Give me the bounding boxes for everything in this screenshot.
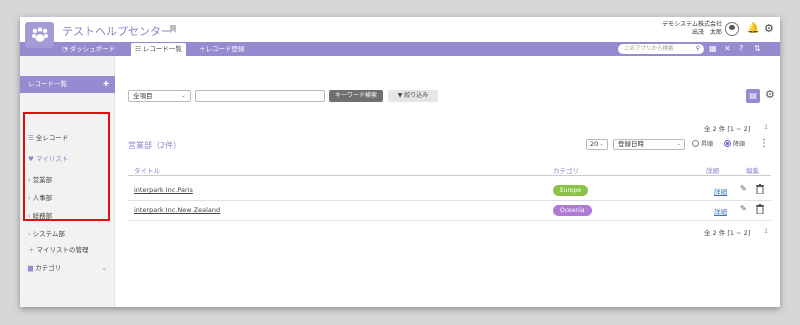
record-title-link[interactable]: interpark Inc.Paris — [134, 186, 193, 194]
more-icon[interactable]: ⋮ — [759, 138, 769, 149]
chevron-down-icon: ⌄ — [676, 141, 681, 147]
field-select-value: 全項目 — [133, 92, 153, 100]
detail-link[interactable]: 詳細 — [714, 186, 727, 196]
gear-icon[interactable]: ⚙ — [765, 88, 775, 101]
section-title: 営業部（2件） — [128, 141, 182, 150]
bookmark-icon[interactable] — [170, 25, 176, 33]
dashboard-icon: ◔ — [62, 45, 70, 53]
highlight-box — [23, 112, 110, 221]
table-row: interpark Inc.Paris Europe 詳細 ✎ — [128, 181, 771, 201]
sidebar-item-category[interactable]: ▆ カテゴリ ⌄ — [20, 262, 115, 275]
sort-field-value: 登録日時 — [618, 140, 644, 148]
category-label: カテゴリ — [35, 264, 62, 272]
nav-record-list-label: レコード一覧 — [142, 45, 182, 53]
qr-code-icon[interactable]: ▦ — [709, 43, 717, 55]
field-select[interactable]: 全項目 ⌄ — [128, 90, 191, 102]
radio-circle — [692, 140, 699, 147]
column-category: カテゴリ — [553, 167, 579, 175]
page-number[interactable]: 1 — [764, 227, 768, 235]
plus-icon: ＋ — [28, 246, 35, 254]
category-badge: Europe — [553, 185, 589, 196]
main-content: 全項目 ⌄ キーワード検索 ▼ 絞り込み ▤ ⚙ 全 2 件 [1 ~ 2] 1… — [116, 56, 780, 307]
detail-link[interactable]: 詳細 — [714, 206, 727, 216]
radio-circle — [724, 140, 731, 147]
nav-record-list[interactable]: ☷ レコード一覧 — [131, 43, 186, 56]
tools-icon[interactable]: ✕ — [724, 43, 731, 55]
keyword-input[interactable] — [195, 90, 325, 102]
keyword-search-button[interactable]: キーワード検索 — [329, 90, 383, 102]
swap-icon[interactable]: ⇅ — [754, 43, 761, 55]
app-logo[interactable] — [25, 22, 54, 48]
sidebar-header-label: レコード一覧 — [28, 80, 67, 88]
sort-asc-label: 昇順 — [701, 141, 714, 148]
app-search-input[interactable]: このアプリから検索 ⚲ — [618, 44, 704, 54]
mylist-item-label: システム部 — [32, 230, 65, 238]
chevron-down-icon[interactable]: ⌄ — [102, 262, 107, 275]
list-view-icon[interactable]: ▤ — [746, 89, 760, 103]
sidebar-header[interactable]: レコード一覧 ✚ — [20, 76, 115, 93]
category-badge: Oceania — [553, 205, 592, 216]
search-icon[interactable]: ⚲ — [696, 44, 700, 54]
avatar[interactable] — [725, 22, 739, 36]
column-title: タイトル — [134, 167, 160, 175]
sidebar-item-manage-mylist[interactable]: ＋マイリストの管理 — [20, 244, 115, 257]
trash-icon[interactable] — [756, 204, 764, 214]
user-name: 出茂 太郎 — [691, 29, 722, 36]
sort-field-select[interactable]: 登録日時 ⌄ — [613, 139, 685, 150]
per-page-value: 20 — [590, 140, 599, 148]
nav-dashboard[interactable]: ◔ ダッシュボード — [62, 43, 115, 55]
per-page-select[interactable]: 20 ⌄ — [586, 139, 608, 150]
search-placeholder: このアプリから検索 — [624, 46, 674, 52]
search-toolbar: 全項目 ⌄ キーワード検索 ▼ 絞り込み ▤ ⚙ — [128, 87, 775, 105]
nav-record-add[interactable]: ＋レコード登録 — [199, 43, 245, 55]
chevron-right-icon: › — [28, 230, 31, 238]
app-nav: ◔ ダッシュボード ☷ レコード一覧 ＋レコード登録 このアプリから検索 ⚲ ▦… — [20, 42, 780, 56]
gear-icon[interactable]: ⚙ — [764, 22, 774, 35]
column-detail: 詳細 — [706, 167, 719, 175]
sort-asc-radio[interactable]: 昇順 — [692, 140, 713, 149]
edit-icon[interactable]: ✎ — [740, 204, 747, 213]
sort-desc-label: 降順 — [733, 141, 746, 148]
column-edit: 編集 — [746, 167, 759, 175]
chevron-down-icon: ⌄ — [599, 141, 604, 147]
bell-icon[interactable]: 🔔 — [747, 23, 759, 34]
page-number[interactable]: 1 — [764, 123, 768, 131]
record-count: 全 2 件 [1 ~ 2] — [704, 125, 751, 133]
company-name: デモシステム株式会社 — [662, 21, 722, 28]
edit-icon[interactable]: ✎ — [740, 184, 747, 193]
app-window: テストヘルプセンター デモシステム株式会社 出茂 太郎 🔔 ⚙ ◔ ダッシュボー… — [20, 17, 780, 307]
record-title-link[interactable]: interpark Inc.New Zealand — [134, 206, 220, 214]
sidebar-item-mylist-entry[interactable]: › システム部 — [20, 228, 115, 241]
sort-desc-radio[interactable]: 降順 — [724, 140, 745, 149]
filter-button-label: 絞り込み — [404, 92, 429, 99]
chevron-down-icon: ⌄ — [180, 92, 186, 99]
list-icon: ☷ — [135, 45, 143, 53]
table-row: interpark Inc.New Zealand Oceania 詳細 ✎ — [128, 201, 771, 221]
nav-record-add-label: レコード登録 — [205, 45, 245, 53]
help-icon[interactable]: ? — [739, 43, 743, 55]
manage-mylist-label: マイリストの管理 — [36, 246, 89, 254]
filter-button[interactable]: ▼ 絞り込み — [388, 90, 438, 102]
paw-logo-icon — [31, 27, 48, 42]
user-info: デモシステム株式会社 出茂 太郎 — [662, 21, 722, 37]
nav-dashboard-label: ダッシュボード — [69, 45, 116, 53]
table-header: タイトル カテゴリ 詳細 編集 — [128, 162, 771, 176]
app-title[interactable]: テストヘルプセンター — [62, 23, 172, 39]
trash-icon[interactable] — [756, 184, 764, 194]
pin-icon[interactable]: ✚ — [103, 76, 109, 93]
app-header: テストヘルプセンター デモシステム株式会社 出茂 太郎 🔔 ⚙ — [20, 17, 780, 48]
record-count: 全 2 件 [1 ~ 2] — [704, 229, 751, 237]
